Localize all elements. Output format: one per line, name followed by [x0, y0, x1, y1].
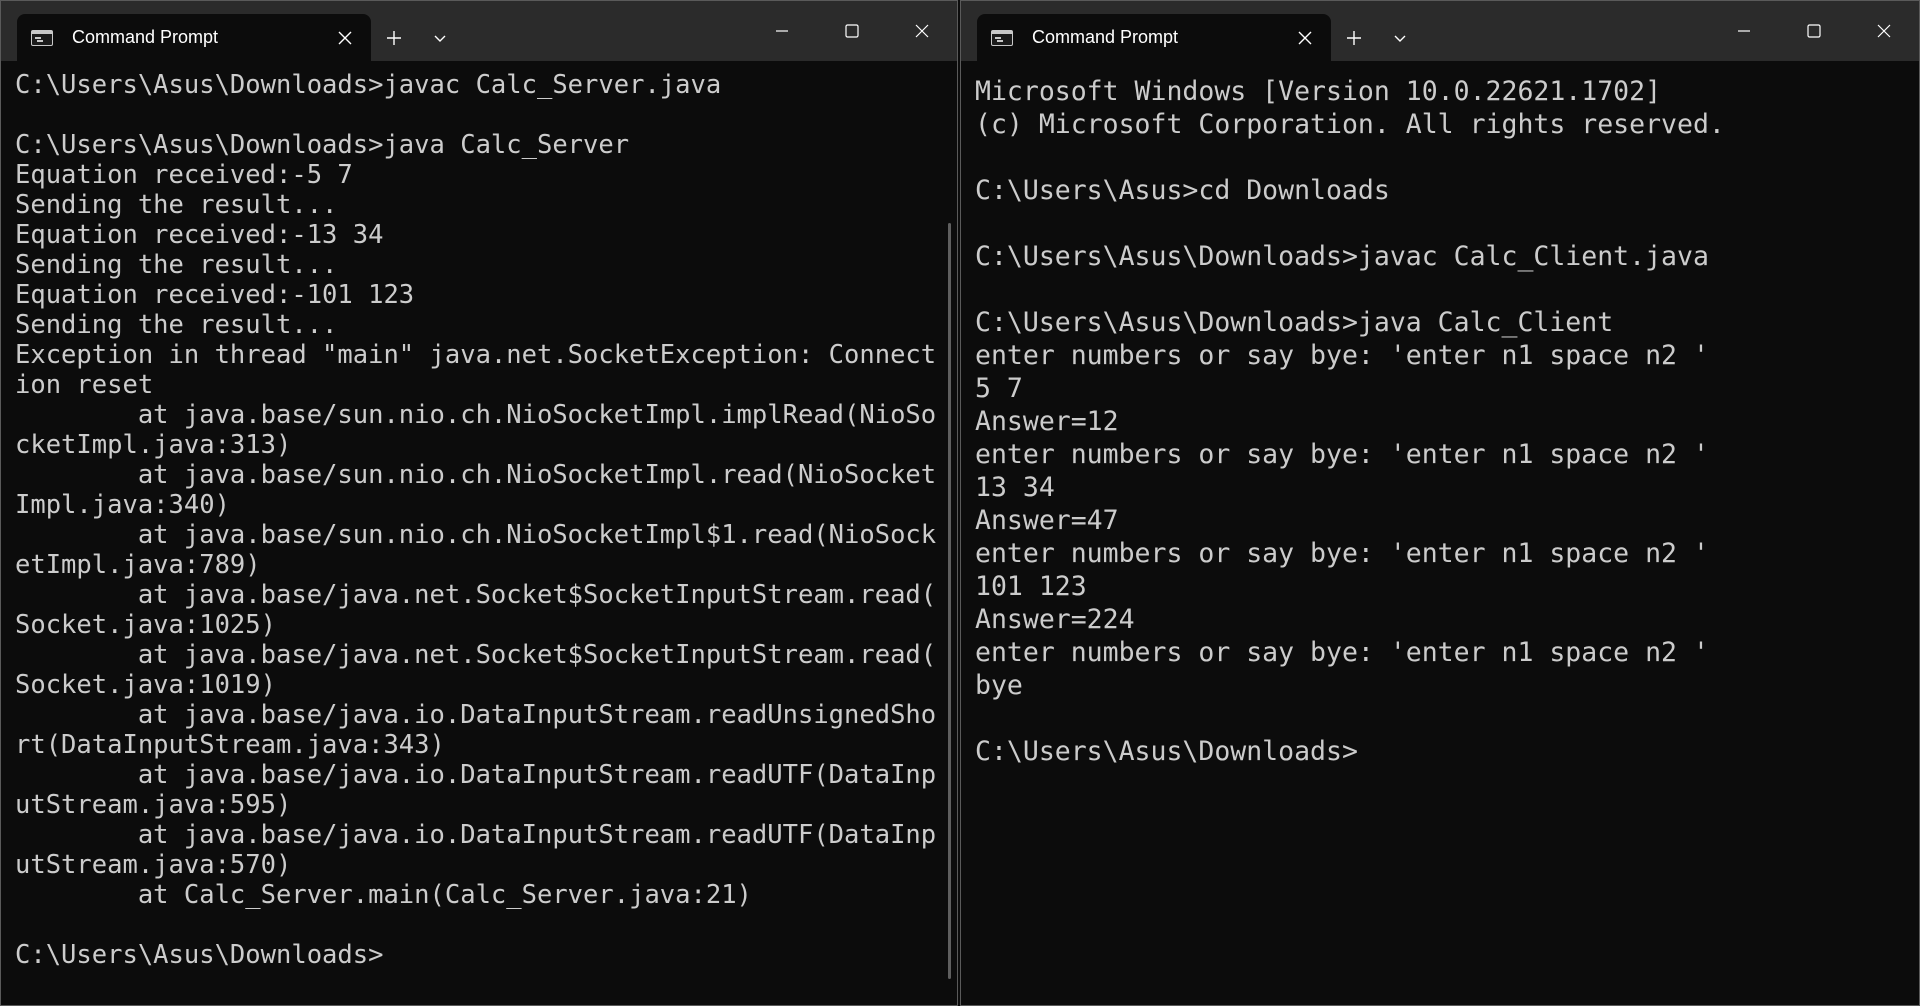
- console-line: Sending the result...: [15, 250, 338, 280]
- console-line: at java.base/sun.nio.ch.NioSocketImpl$1.…: [15, 520, 937, 550]
- tab-command-prompt[interactable]: Command Prompt: [17, 14, 371, 61]
- plus-icon: [1347, 30, 1361, 45]
- console-line: enter numbers or say bye: 'enter n1 spac…: [975, 538, 1709, 569]
- close-tab-button[interactable]: [1285, 18, 1325, 58]
- console-line: at Calc_Server.main(Calc_Server.java:21): [15, 880, 752, 910]
- console-line: Answer=224: [975, 604, 1135, 635]
- console-line: at java.base/sun.nio.ch.NioSocketImpl.re…: [15, 460, 937, 490]
- plus-icon: [387, 30, 401, 45]
- console-line: Equation received:-5 7: [15, 160, 353, 190]
- console-line: at java.base/sun.nio.ch.NioSocketImpl.im…: [15, 400, 937, 430]
- desktop: Command Prompt C:\Users\Asus\Downloads>j…: [0, 0, 1920, 1006]
- close-icon: [915, 24, 929, 38]
- console-line: at java.base/java.net.Socket$SocketInput…: [15, 580, 937, 610]
- terminal-window-server: Command Prompt C:\Users\Asus\Downloads>j…: [0, 0, 958, 1006]
- console-line: Sending the result...: [15, 310, 338, 340]
- tab-command-prompt[interactable]: Command Prompt: [977, 14, 1331, 61]
- minimize-icon: [1738, 30, 1750, 32]
- console-line: cketImpl.java:313): [15, 430, 292, 460]
- console-line: utStream.java:570): [15, 850, 292, 880]
- console-output[interactable]: Microsoft Windows [Version 10.0.22621.17…: [961, 61, 1919, 1005]
- console-line: enter numbers or say bye: 'enter n1 spac…: [975, 439, 1709, 470]
- title-bar[interactable]: Command Prompt: [961, 1, 1919, 61]
- minimize-button[interactable]: [747, 1, 817, 61]
- console-line: rt(DataInputStream.java:343): [15, 730, 445, 760]
- console-line: C:\Users\Asus>cd Downloads: [975, 175, 1390, 206]
- tab-title: Command Prompt: [1032, 27, 1179, 47]
- console-line: ion reset: [15, 370, 154, 400]
- chevron-down-icon: [434, 35, 446, 42]
- close-tab-button[interactable]: [325, 18, 365, 58]
- new-tab-button[interactable]: [371, 14, 417, 61]
- close-icon: [1877, 24, 1891, 38]
- console-line: C:\Users\Asus\Downloads>javac Calc_Clien…: [975, 241, 1709, 272]
- scrollbar[interactable]: [948, 223, 951, 979]
- console-line: Socket.java:1019): [15, 670, 276, 700]
- console-line: C:\Users\Asus\Downloads>java Calc_Client: [975, 307, 1614, 338]
- console-line: C:\Users\Asus\Downloads>java Calc_Server: [15, 130, 630, 160]
- tab-title: Command Prompt: [72, 27, 219, 47]
- terminal-icon: [991, 29, 1013, 46]
- maximize-icon: [1807, 24, 1821, 38]
- minimize-icon: [776, 30, 788, 32]
- chevron-down-icon: [1394, 35, 1406, 42]
- close-window-button[interactable]: [1849, 1, 1919, 61]
- console-line: at java.base/java.io.DataInputStream.rea…: [15, 760, 937, 790]
- console-line: Socket.java:1025): [15, 610, 276, 640]
- console-line: enter numbers or say bye: 'enter n1 spac…: [975, 637, 1709, 668]
- minimize-button[interactable]: [1709, 1, 1779, 61]
- console-line: C:\Users\Asus\Downloads>javac Calc_Serve…: [15, 70, 722, 100]
- console-line: Sending the result...: [15, 190, 338, 220]
- console-line: enter numbers or say bye: 'enter n1 spac…: [975, 340, 1709, 371]
- console-line: Answer=47: [975, 505, 1119, 536]
- console-line: Answer=12: [975, 406, 1119, 437]
- maximize-icon: [845, 24, 859, 38]
- window-controls: [747, 1, 957, 61]
- maximize-button[interactable]: [817, 1, 887, 61]
- title-bar[interactable]: Command Prompt: [1, 1, 957, 61]
- console-line: Equation received:-13 34: [15, 220, 384, 250]
- close-icon: [338, 31, 352, 44]
- console-line: C:\Users\Asus\Downloads>: [975, 736, 1358, 767]
- terminal-icon: [31, 29, 53, 46]
- new-tab-button[interactable]: [1331, 14, 1377, 61]
- console-line: (c) Microsoft Corporation. All rights re…: [975, 109, 1725, 140]
- console-line: Exception in thread "main" java.net.Sock…: [15, 340, 937, 370]
- console-line: C:\Users\Asus\Downloads>: [15, 940, 384, 970]
- window-controls: [1709, 1, 1919, 61]
- console-line: Microsoft Windows [Version 10.0.22621.17…: [975, 76, 1662, 107]
- console-line: Equation received:-101 123: [15, 280, 415, 310]
- terminal-window-client: Command Prompt Microsoft Windows [Versio…: [960, 0, 1920, 1006]
- close-window-button[interactable]: [887, 1, 957, 61]
- tab-dropdown-button[interactable]: [417, 14, 463, 61]
- close-icon: [1298, 31, 1312, 44]
- maximize-button[interactable]: [1779, 1, 1849, 61]
- console-line: 13 34: [975, 472, 1055, 503]
- console-line: utStream.java:595): [15, 790, 292, 820]
- console-line: 5 7: [975, 373, 1023, 404]
- console-line: etImpl.java:789): [15, 550, 261, 580]
- tab-dropdown-button[interactable]: [1377, 14, 1423, 61]
- console-line: Impl.java:340): [15, 490, 230, 520]
- console-line: at java.base/java.net.Socket$SocketInput…: [15, 640, 937, 670]
- console-line: bye: [975, 670, 1023, 701]
- console-line: 101 123: [975, 571, 1087, 602]
- console-output[interactable]: C:\Users\Asus\Downloads>javac Calc_Serve…: [1, 61, 957, 1005]
- console-line: at java.base/java.io.DataInputStream.rea…: [15, 700, 937, 730]
- console-line: at java.base/java.io.DataInputStream.rea…: [15, 820, 937, 850]
